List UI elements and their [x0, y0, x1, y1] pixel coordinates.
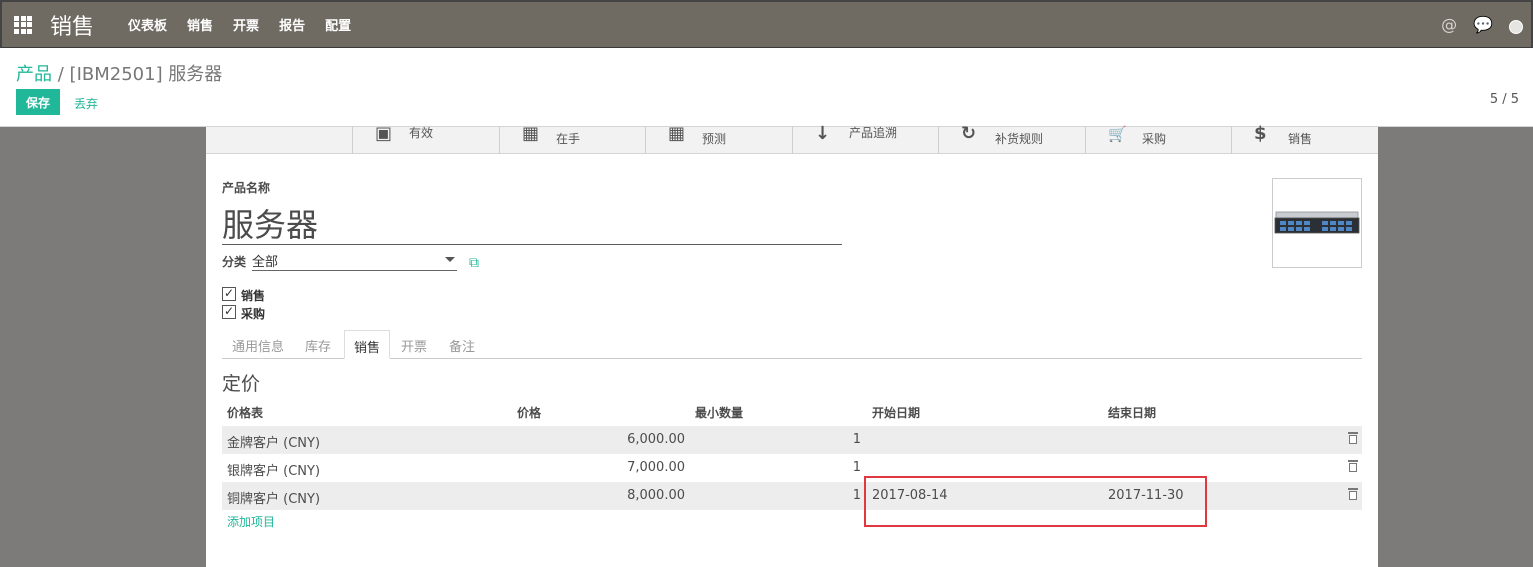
- product-name-label: 产品名称: [222, 181, 271, 195]
- purchase-ok-label: 采购: [241, 307, 266, 321]
- cell-min-qty: 1: [852, 488, 861, 503]
- cell-price: 6,000.00: [627, 432, 685, 447]
- pricing-title: 定价: [222, 373, 261, 395]
- cell-price: 7,000.00: [627, 460, 685, 475]
- notebook-tabs: 通用信息 库存 销售 开票 备注: [222, 330, 1362, 359]
- stat-button-forecast[interactable]: ▦ 预测: [645, 123, 792, 154]
- menu-dashboard[interactable]: 仪表板: [128, 15, 167, 34]
- stat-button-onhand[interactable]: ▦ 在手: [499, 123, 646, 154]
- header-price[interactable]: 价格: [517, 404, 541, 421]
- trash-icon[interactable]: [1348, 460, 1358, 472]
- pager-value: 5 / 5: [1489, 92, 1519, 107]
- header-pricelist[interactable]: 价格表: [227, 404, 263, 421]
- category-value: 全部: [252, 255, 279, 270]
- breadcrumb-separator: /: [57, 64, 64, 85]
- menu-invoicing[interactable]: 开票: [233, 15, 259, 34]
- cart-icon: 🛒: [1108, 125, 1127, 143]
- breadcrumb: 产品 / [IBM2501] 服务器: [16, 60, 222, 86]
- cell-pricelist: 铜牌客户 (CNY): [227, 492, 321, 507]
- control-panel: 产品 / [IBM2501] 服务器 保存 丢弃 5 / 5: [0, 48, 1533, 127]
- cell-pricelist: 银牌客户 (CNY): [227, 464, 321, 479]
- dollar-icon: $: [1254, 123, 1267, 144]
- stat-button-traceability[interactable]: ↓ 产品追溯: [792, 123, 939, 154]
- trash-icon[interactable]: [1348, 488, 1358, 500]
- apps-menu-icon[interactable]: [14, 15, 32, 34]
- external-link-icon[interactable]: ⧉: [469, 255, 479, 271]
- tab-sales[interactable]: 销售: [344, 330, 391, 359]
- add-line-link[interactable]: 添加项目: [227, 513, 275, 530]
- top-navbar: 销售 仪表板 销售 开票 报告 配置 @ 💬: [0, 0, 1533, 48]
- product-name-input[interactable]: 服务器: [222, 200, 842, 245]
- header-min-qty[interactable]: 最小数量: [695, 404, 743, 421]
- systray: @ 💬: [1441, 14, 1523, 34]
- category-label: 分类: [222, 255, 247, 269]
- cell-price: 8,000.00: [627, 488, 685, 503]
- discard-button[interactable]: 丢弃: [74, 95, 98, 112]
- stat-button-reordering[interactable]: ↻ 补货规则: [938, 123, 1085, 154]
- refresh-icon: ↻: [961, 123, 977, 144]
- header-date-start[interactable]: 开始日期: [872, 404, 920, 421]
- table-header: 价格表 价格 最小数量 开始日期 结束日期: [222, 397, 1362, 426]
- tab-inventory[interactable]: 库存: [305, 336, 331, 355]
- save-button[interactable]: 保存: [16, 89, 60, 115]
- cell-date-start: 2017-08-14: [872, 488, 948, 503]
- stat-button-sold[interactable]: $ 销售: [1231, 123, 1378, 154]
- table-row[interactable]: 铜牌客户 (CNY) 8,000.00 1 2017-08-14 2017-11…: [222, 482, 1362, 510]
- menu-reporting[interactable]: 报告: [279, 15, 305, 34]
- chevron-down-icon[interactable]: [445, 257, 455, 262]
- pricing-table: 价格表 价格 最小数量 开始日期 结束日期 金牌客户 (CNY) 6,000.0…: [222, 397, 1362, 529]
- table-row[interactable]: 银牌客户 (CNY) 7,000.00 1: [222, 454, 1362, 482]
- at-icon[interactable]: @: [1441, 15, 1457, 34]
- server-rack-image: [1274, 211, 1360, 234]
- breadcrumb-products[interactable]: 产品: [16, 64, 52, 85]
- category-select[interactable]: 全部: [252, 251, 457, 271]
- tab-invoicing[interactable]: 开票: [401, 336, 427, 355]
- cell-min-qty: 1: [852, 432, 861, 447]
- tab-notes[interactable]: 备注: [449, 336, 475, 355]
- app-title: 销售: [50, 14, 95, 40]
- menu-configuration[interactable]: 配置: [325, 15, 351, 34]
- header-date-end[interactable]: 结束日期: [1108, 404, 1156, 421]
- tab-general-info[interactable]: 通用信息: [232, 336, 284, 355]
- cell-pricelist: 金牌客户 (CNY): [227, 436, 321, 451]
- purchase-ok-checkbox[interactable]: ✓: [222, 305, 236, 319]
- building-icon: ▦: [668, 123, 686, 144]
- breadcrumb-current: [IBM2501] 服务器: [69, 64, 223, 85]
- form-sheet: ▣ 有效 ▦ 在手 ▦ 预测 ↓ 产品追溯 ↻ 补货规则 🛒 采购 $ 销售 产…: [206, 123, 1378, 567]
- product-image[interactable]: [1272, 178, 1362, 268]
- cell-min-qty: 1: [852, 460, 861, 475]
- table-row[interactable]: 金牌客户 (CNY) 6,000.00 1: [222, 426, 1362, 454]
- stat-button-purchased[interactable]: 🛒 采购: [1085, 125, 1232, 154]
- sale-ok-label: 销售: [241, 289, 266, 303]
- arrow-down-icon: ↓: [815, 123, 831, 144]
- chat-icon[interactable]: 💬: [1473, 15, 1493, 34]
- stat-button-active[interactable]: ▣ 有效: [352, 123, 499, 154]
- cell-date-end: 2017-11-30: [1108, 488, 1184, 503]
- trash-icon[interactable]: [1348, 432, 1358, 444]
- archive-icon: ▣: [375, 123, 393, 144]
- avatar[interactable]: [1509, 20, 1523, 34]
- menu-sales[interactable]: 销售: [187, 15, 213, 34]
- building-icon: ▦: [522, 123, 540, 144]
- sale-ok-checkbox[interactable]: ✓: [222, 287, 236, 301]
- smart-buttons-bar: ▣ 有效 ▦ 在手 ▦ 预测 ↓ 产品追溯 ↻ 补货规则 🛒 采购 $ 销售: [206, 123, 1378, 154]
